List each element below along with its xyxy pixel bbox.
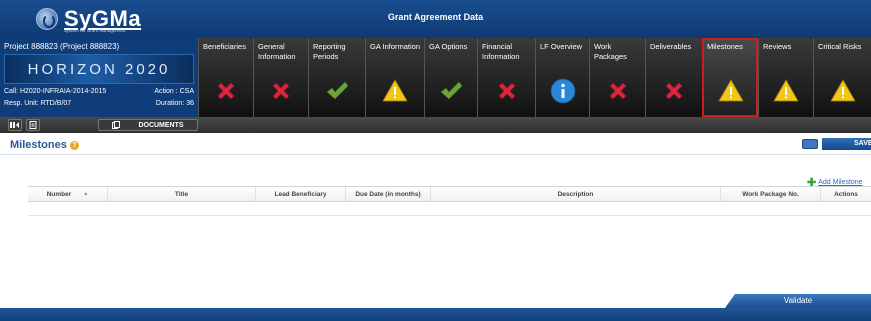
empty-table-row (28, 202, 871, 216)
tab-label: Reporting Periods (313, 42, 346, 61)
error-x-icon (605, 78, 631, 104)
column-actions: Actions (834, 190, 858, 198)
info-icon (550, 78, 576, 104)
app-window: SyGMa System for Grant Management Grant … (0, 0, 871, 321)
project-name: Project 888823 (Project 888823) (4, 42, 120, 51)
app-title: Grant Agreement Data (387, 12, 484, 22)
tab-milestones[interactable]: Milestones (702, 38, 758, 117)
add-milestone-label: Add Milestone (818, 179, 863, 186)
duration-info: Duration: 36 (155, 100, 194, 107)
project-panel: Project 888823 (Project 888823) HORIZON … (0, 38, 198, 117)
tab-reviews[interactable]: Reviews (758, 38, 813, 117)
column-description[interactable]: Description (431, 187, 721, 201)
column-title[interactable]: Title (108, 187, 256, 201)
sort-ascending-icon: ▲ (83, 191, 89, 197)
tab-label: General Information (258, 42, 296, 61)
tab-work-packages[interactable]: Work Packages (589, 38, 645, 117)
tab-deliverables[interactable]: Deliverables (645, 38, 702, 117)
call-info: Call: H2020-INFRAIA-2014-2015 (4, 88, 107, 95)
tab-label: Beneficiaries (203, 42, 246, 51)
checkmark-icon (324, 78, 350, 104)
milestones-table: Number ▲ Title Lead Beneficiary Due Date… (28, 186, 871, 216)
table-header: Number ▲ Title Lead Beneficiary Due Date… (28, 186, 871, 202)
documents-label: DOCUMENTS (138, 121, 184, 129)
tab-label: Milestones (707, 42, 743, 51)
save-icon[interactable] (802, 139, 818, 149)
resp-unit: Resp. Unit: RTD/B/07 (4, 100, 72, 107)
column-due-date[interactable]: Due Date (in months) (346, 187, 431, 201)
divider (0, 154, 871, 155)
collapse-panel-button[interactable] (8, 119, 22, 131)
toolbar: DOCUMENTS (0, 117, 871, 133)
warning-triangle-icon (773, 78, 799, 104)
tab-label: LF Overview (540, 42, 583, 51)
page-title: Milestones ? (10, 139, 79, 151)
help-icon[interactable]: ? (69, 140, 79, 150)
tab-label: Financial Information (482, 42, 520, 61)
section-tabs: Beneficiaries General Information Reportin… (198, 38, 871, 117)
page-title-text: Milestones (10, 139, 67, 151)
tab-label: GA Information (370, 42, 421, 51)
tab-ga-options[interactable]: GA Options (424, 38, 477, 117)
column-number-label: Number (46, 190, 72, 198)
panel-toggle-icon (10, 122, 19, 128)
error-x-icon (213, 78, 239, 104)
footer-bar (0, 308, 871, 321)
column-work-package[interactable]: Work Package No. (721, 187, 821, 201)
tab-label: Reviews (763, 42, 792, 51)
tab-label: GA Options (429, 42, 468, 51)
warning-triangle-icon (830, 78, 856, 104)
documents-button[interactable]: DOCUMENTS (98, 119, 198, 131)
tab-lf-overview[interactable]: LF Overview (535, 38, 589, 117)
tab-financial-information[interactable]: Financial Information (477, 38, 535, 117)
error-x-icon (494, 78, 520, 104)
checkmark-icon (438, 78, 464, 104)
error-x-icon (268, 78, 294, 104)
tab-general-information[interactable]: General Information (253, 38, 308, 117)
tab-label: Critical Risks (818, 42, 862, 51)
horizon-2020-banner: HORIZON 2020 (4, 54, 194, 84)
tab-label: Deliverables (650, 42, 692, 51)
tab-beneficiaries[interactable]: Beneficiaries (198, 38, 253, 117)
tab-label: Work Packages (594, 42, 627, 61)
column-lead-beneficiary[interactable]: Lead Beneficiary (256, 187, 346, 201)
logo-subtitle: System for Grant Management (64, 28, 126, 33)
error-x-icon (661, 78, 687, 104)
document-icon (29, 121, 37, 129)
top-header-bar: SyGMa System for Grant Management Grant … (0, 0, 871, 38)
tab-reporting-periods[interactable]: Reporting Periods (308, 38, 365, 117)
save-button[interactable]: SAVE (822, 138, 871, 150)
action-info: Action : CSA (154, 88, 194, 95)
documents-icon (112, 121, 121, 129)
print-button[interactable] (26, 119, 40, 131)
column-number[interactable]: Number ▲ (28, 187, 108, 201)
tab-critical-risks[interactable]: Critical Risks (813, 38, 871, 117)
tab-ga-information[interactable]: GA Information (365, 38, 424, 117)
warning-triangle-icon (382, 78, 408, 104)
warning-triangle-icon (718, 78, 744, 104)
validate-button[interactable]: Validate (725, 294, 871, 308)
programme-label: HORIZON 2020 (27, 60, 171, 78)
